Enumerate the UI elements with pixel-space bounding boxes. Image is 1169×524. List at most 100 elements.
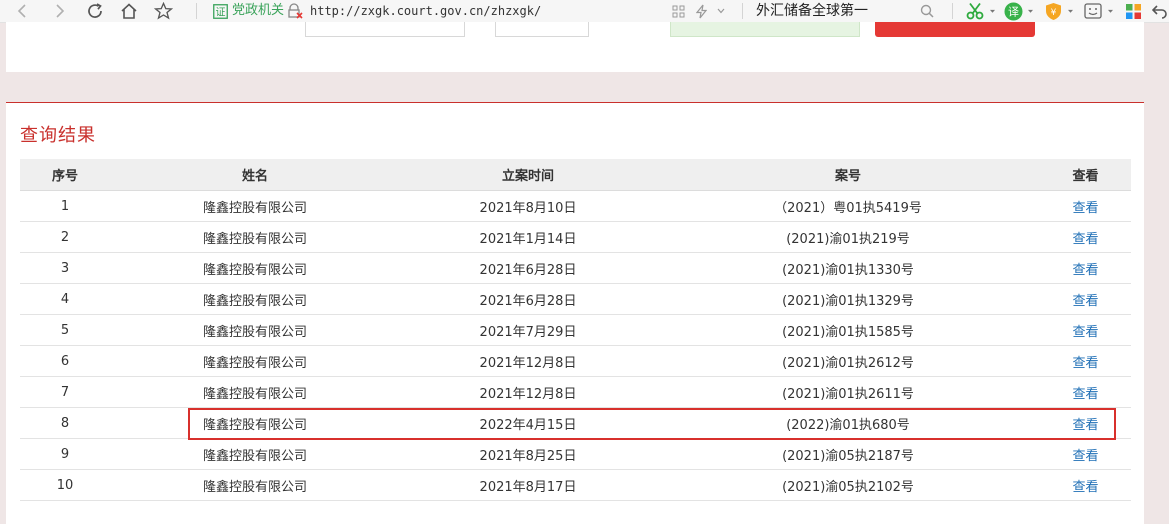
filing-date: 2021年8月25日 xyxy=(400,438,656,470)
column-header-date: 立案时间 xyxy=(400,159,656,191)
view-link[interactable]: 查看 xyxy=(1072,418,1098,433)
case-number: (2021)渝01执1329号 xyxy=(656,283,1040,315)
lightning-icon[interactable] xyxy=(694,0,708,22)
table-row: 7 隆鑫控股有限公司 2021年12月8日 (2021)渝01执2611号 查看 xyxy=(20,376,1131,408)
table-header-row: 序号 姓名 立案时间 案号 查看 xyxy=(20,159,1131,191)
view-link[interactable]: 查看 xyxy=(1072,263,1098,278)
row-number: 5 xyxy=(20,314,110,346)
view-link[interactable]: 查看 xyxy=(1072,325,1098,340)
table-row: 10 隆鑫控股有限公司 2021年8月17日 (2021)渝05执2102号 查… xyxy=(20,469,1131,501)
case-number: (2022)渝01执680号 xyxy=(656,407,1040,439)
search-form-panel xyxy=(6,22,1144,72)
filing-date: 2021年8月10日 xyxy=(400,190,656,222)
row-number: 7 xyxy=(20,376,110,408)
address-bar[interactable]: http://zxgk.court.gov.cn/zhzxgk/ xyxy=(310,0,541,22)
undo-icon[interactable] xyxy=(1150,0,1169,22)
row-number: 6 xyxy=(20,345,110,377)
row-number: 2 xyxy=(20,221,110,253)
party-name: 隆鑫控股有限公司 xyxy=(110,190,400,222)
table-row: 1 隆鑫控股有限公司 2021年8月10日 （2021）粤01执5419号 查看 xyxy=(20,190,1131,222)
party-name: 隆鑫控股有限公司 xyxy=(110,407,400,439)
apps-grid-icon[interactable] xyxy=(670,0,686,22)
case-number: (2021)渝01执2611号 xyxy=(656,376,1040,408)
filing-date: 2021年6月28日 xyxy=(400,252,656,284)
view-link[interactable]: 查看 xyxy=(1072,480,1098,495)
dropdown-chevron-icon[interactable] xyxy=(1106,0,1114,22)
column-header-view: 查看 xyxy=(1040,159,1131,191)
case-number: (2021)渝01执1585号 xyxy=(656,314,1040,346)
svg-text:¥: ¥ xyxy=(1050,8,1056,18)
svg-text:译: 译 xyxy=(1008,5,1019,18)
party-name: 隆鑫控股有限公司 xyxy=(110,283,400,315)
results-title: 查询结果 xyxy=(20,125,96,146)
case-number: (2021)渝05执2187号 xyxy=(656,438,1040,470)
view-link[interactable]: 查看 xyxy=(1072,449,1098,464)
filing-date: 2021年6月28日 xyxy=(400,283,656,315)
party-name: 隆鑫控股有限公司 xyxy=(110,376,400,408)
dropdown-chevron-icon[interactable] xyxy=(1026,0,1034,22)
scissors-icon[interactable] xyxy=(964,0,986,22)
row-number: 1 xyxy=(20,190,110,222)
filing-date: 2021年12月8日 xyxy=(400,345,656,377)
chevron-right-icon xyxy=(56,4,65,18)
party-name: 隆鑫控股有限公司 xyxy=(110,314,400,346)
bookmark-button[interactable] xyxy=(152,0,174,22)
filing-date: 2021年1月14日 xyxy=(400,221,656,253)
row-number: 9 xyxy=(20,438,110,470)
view-link[interactable]: 查看 xyxy=(1072,294,1098,309)
party-name: 隆鑫控股有限公司 xyxy=(110,221,400,253)
view-link[interactable]: 查看 xyxy=(1072,356,1098,371)
svg-text:证: 证 xyxy=(215,6,225,18)
table-row: 9 隆鑫控股有限公司 2021年8月25日 (2021)渝05执2187号 查看 xyxy=(20,438,1131,470)
search-icon[interactable] xyxy=(918,0,936,22)
dropdown-chevron-icon[interactable] xyxy=(716,0,726,22)
row-number: 3 xyxy=(20,252,110,284)
query-button[interactable] xyxy=(875,22,1035,37)
case-number: （2021）粤01执5419号 xyxy=(656,190,1040,222)
table-row-highlighted: 8 隆鑫控股有限公司 2022年4月15日 (2022)渝01执680号 查看 xyxy=(20,407,1131,439)
table-row: 6 隆鑫控股有限公司 2021年12月8日 (2021)渝01执2612号 查看 xyxy=(20,345,1131,377)
table-row: 4 隆鑫控股有限公司 2021年6月28日 (2021)渝01执1329号 查看 xyxy=(20,283,1131,315)
translate-icon[interactable]: 译 xyxy=(1002,0,1024,22)
insecure-connection-icon xyxy=(287,0,303,22)
party-name: 隆鑫控股有限公司 xyxy=(110,438,400,470)
filing-date: 2021年12月8日 xyxy=(400,376,656,408)
filing-date: 2021年7月29日 xyxy=(400,314,656,346)
filing-date: 2022年4月15日 xyxy=(400,407,656,439)
filing-date: 2021年8月17日 xyxy=(400,469,656,501)
row-number: 10 xyxy=(20,469,110,501)
row-number: 8 xyxy=(20,407,110,439)
address-badge: 党政机关 xyxy=(232,3,285,18)
reload-button[interactable] xyxy=(84,0,106,22)
shield-icon[interactable]: ¥ xyxy=(1042,0,1064,22)
captcha-input[interactable] xyxy=(305,22,465,37)
dropdown-chevron-icon[interactable] xyxy=(1066,0,1074,22)
party-name: 隆鑫控股有限公司 xyxy=(110,345,400,377)
search-input[interactable]: 外汇储备全球第一 xyxy=(756,0,868,22)
table-row: 3 隆鑫控股有限公司 2021年6月28日 (2021)渝01执1330号 查看 xyxy=(20,252,1131,284)
case-number: (2021)渝05执2102号 xyxy=(656,469,1040,501)
emoji-icon[interactable] xyxy=(1082,0,1104,22)
forward-button[interactable] xyxy=(50,0,70,22)
table-row: 5 隆鑫控股有限公司 2021年7月29日 (2021)渝01执1585号 查看 xyxy=(20,314,1131,346)
column-header-no: 序号 xyxy=(20,159,110,191)
star-icon xyxy=(153,2,173,20)
browser-toolbar: 证 党政机关 http://zxgk.court.gov.cn/zhzxgk/ … xyxy=(0,0,1169,23)
apps-icon[interactable] xyxy=(1122,0,1144,22)
view-link[interactable]: 查看 xyxy=(1072,387,1098,402)
back-button[interactable] xyxy=(12,0,32,22)
row-number: 4 xyxy=(20,283,110,315)
reload-icon xyxy=(88,3,102,18)
home-button[interactable] xyxy=(118,0,140,22)
case-number: (2021)渝01执219号 xyxy=(656,221,1040,253)
view-link[interactable]: 查看 xyxy=(1072,232,1098,247)
gov-badge-icon: 证 xyxy=(212,0,228,22)
case-number: (2021)渝01执2612号 xyxy=(656,345,1040,377)
dropdown-chevron-icon[interactable] xyxy=(988,0,996,22)
case-number: (2021)渝01执1330号 xyxy=(656,252,1040,284)
party-name: 隆鑫控股有限公司 xyxy=(110,252,400,284)
captcha-image[interactable] xyxy=(495,22,589,37)
party-name: 隆鑫控股有限公司 xyxy=(110,469,400,501)
column-header-case: 案号 xyxy=(656,159,1040,191)
view-link[interactable]: 查看 xyxy=(1072,201,1098,216)
